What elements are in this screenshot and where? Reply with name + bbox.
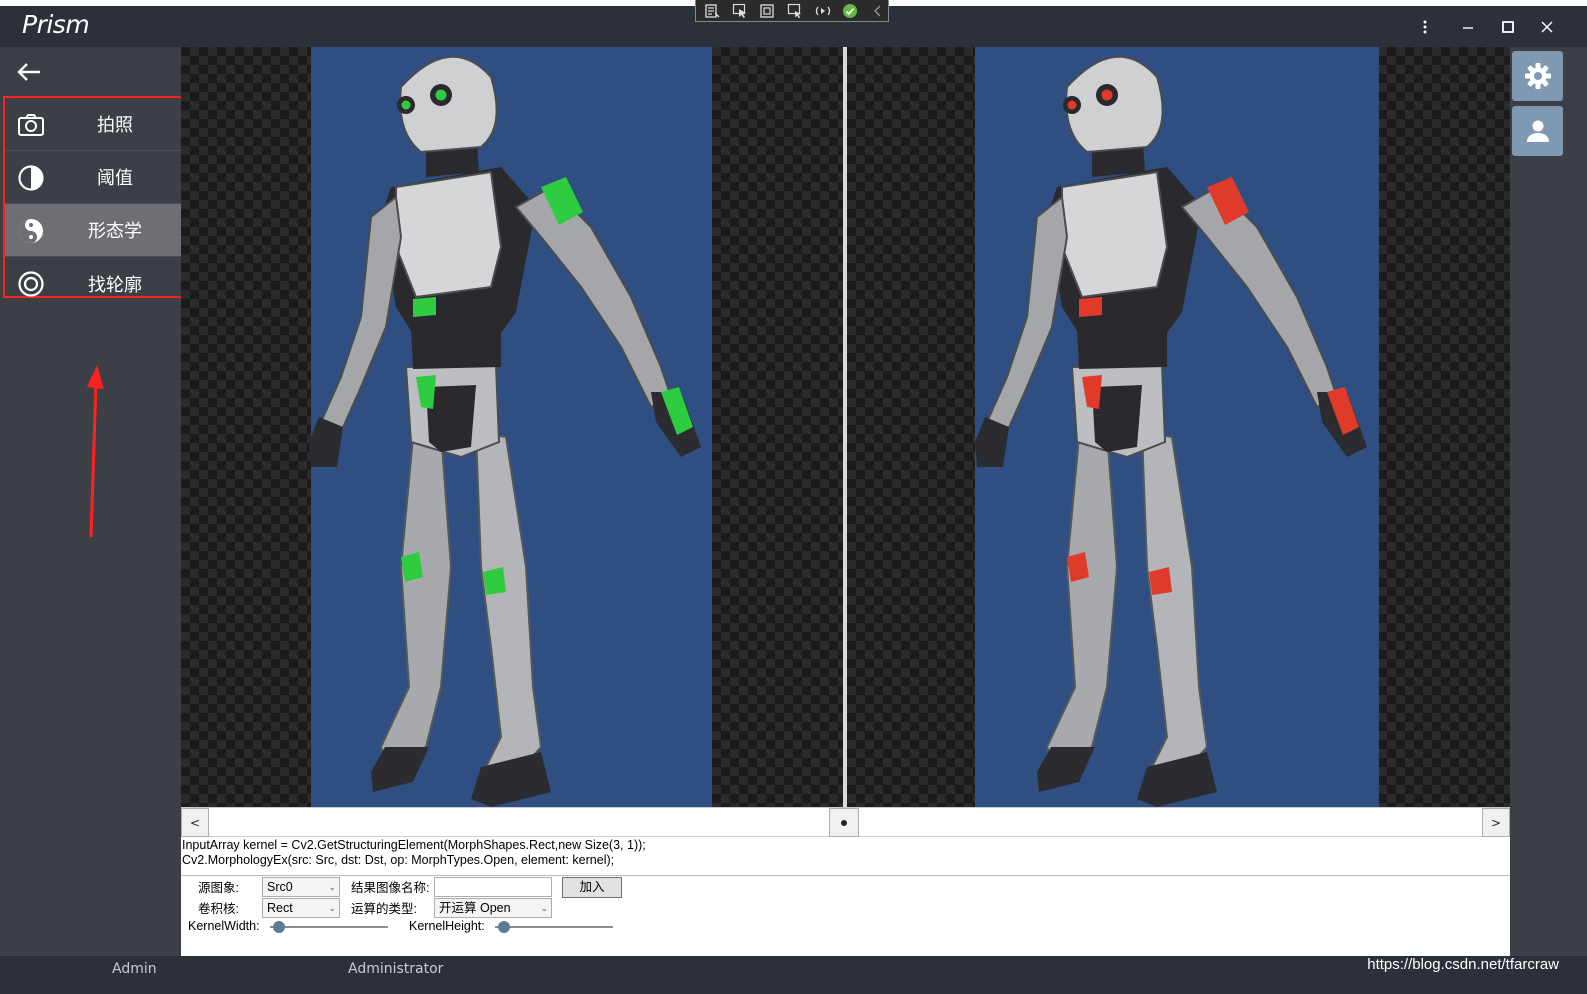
kernel-height-slider[interactable] — [495, 920, 613, 934]
kernel-select-value: Rect — [267, 901, 293, 915]
maximize-icon — [1502, 21, 1514, 33]
nav-item-contours[interactable]: 找轮廓 — [5, 257, 181, 310]
track-focus-icon[interactable] — [785, 2, 805, 20]
robot-image-green — [309, 55, 701, 807]
operation-select-value: 开运算 Open — [439, 901, 511, 915]
status-user: Admin — [112, 961, 157, 977]
target-icon — [18, 271, 44, 297]
result-image-pane — [847, 47, 1510, 807]
result-name-label: 结果图像名称: — [351, 881, 430, 895]
operation-label: 运算的类型: — [351, 902, 417, 916]
kebab-menu-icon — [1423, 20, 1427, 34]
robot-image-red — [975, 55, 1367, 807]
code-output[interactable]: InputArray kernel = Cv2.GetStructuringEl… — [181, 837, 1510, 876]
chevron-down-icon: ⌄ — [328, 903, 336, 913]
nav-item-label: 找轮廓 — [88, 274, 142, 296]
kernel-height-label: KernelHeight: — [409, 919, 485, 933]
kernel-select[interactable]: Rect ⌄ — [262, 898, 340, 918]
source-select[interactable]: Src0 ⌄ — [262, 877, 340, 897]
status-role: Administrator — [348, 961, 444, 977]
morphology-form: 源图象: Src0 ⌄ 结果图像名称: 加入 卷积核: Rect ⌄ 运算的类型… — [181, 876, 1510, 956]
nav-item-label: 阈值 — [97, 168, 133, 189]
chevron-down-icon: ⌄ — [540, 903, 548, 913]
code-line-1: InputArray kernel = Cv2.GetStructuringEl… — [182, 838, 646, 852]
select-element-icon[interactable] — [730, 2, 750, 20]
source-select-value: Src0 — [267, 880, 293, 894]
live-tree-icon[interactable] — [702, 2, 722, 20]
minimize-button[interactable] — [1453, 14, 1483, 40]
status-bar: Admin Administrator https://blog.csdn.ne… — [0, 956, 1587, 994]
contrast-icon — [18, 165, 44, 191]
back-button[interactable] — [12, 57, 46, 87]
nav-item-morphology[interactable]: 形态学 — [5, 204, 181, 257]
kernel-width-label: KernelWidth: — [188, 919, 260, 933]
scroll-left-button[interactable]: < — [181, 808, 209, 837]
adorner-icon[interactable] — [757, 2, 777, 20]
watermark-text: https://blog.csdn.net/tfarcraw — [1367, 956, 1559, 973]
left-nav: 拍照 阈值 形态学 找轮廓 — [0, 47, 183, 967]
slider-track — [270, 926, 388, 928]
arrow-left-icon — [17, 63, 40, 81]
source-label: 源图象: — [198, 881, 239, 895]
nav-highlight-box: 拍照 阈值 形态学 找轮廓 — [3, 96, 183, 298]
more-menu-button[interactable] — [1410, 14, 1440, 40]
nav-item-threshold[interactable]: 阈值 — [5, 151, 181, 204]
settings-button[interactable] — [1512, 51, 1563, 101]
check-ok-icon[interactable] — [841, 2, 861, 20]
user-icon — [1526, 120, 1549, 142]
yin-yang-icon — [19, 219, 43, 243]
scroll-right-button[interactable]: > — [1482, 808, 1510, 837]
camera-icon — [18, 114, 44, 136]
right-rail — [1510, 47, 1587, 967]
maximize-button[interactable] — [1493, 14, 1523, 40]
source-image-pane — [181, 47, 843, 807]
kernel-label: 卷积核: — [198, 902, 239, 916]
slider-thumb[interactable] — [498, 921, 510, 933]
minimize-icon — [1463, 27, 1473, 29]
scroll-thumb[interactable] — [829, 808, 859, 837]
collapse-chevron-icon[interactable] — [868, 2, 888, 20]
hot-reload-icon[interactable] — [813, 2, 833, 20]
kernel-width-slider[interactable] — [270, 920, 388, 934]
code-line-2: Cv2.MorphologyEx(src: Src, dst: Dst, op:… — [182, 853, 615, 867]
nav-item-label: 形态学 — [88, 221, 142, 242]
close-icon — [1541, 21, 1553, 33]
close-button[interactable] — [1532, 14, 1562, 40]
nav-item-label: 拍照 — [97, 115, 133, 136]
gear-icon — [1524, 63, 1551, 89]
nav-item-camera[interactable]: 拍照 — [5, 98, 181, 151]
chevron-down-icon: ⌄ — [328, 882, 336, 892]
debug-toolbar — [695, 0, 889, 22]
horizontal-scrollbar[interactable]: < > — [181, 807, 1510, 837]
operation-select[interactable]: 开运算 Open ⌄ — [434, 898, 552, 918]
image-viewer — [181, 47, 1510, 807]
add-button[interactable]: 加入 — [562, 877, 622, 898]
slider-track — [495, 926, 613, 928]
result-name-input[interactable] — [434, 877, 552, 897]
user-button[interactable] — [1512, 106, 1563, 156]
thumb-grip-icon — [841, 819, 847, 826]
slider-thumb[interactable] — [273, 921, 285, 933]
annotation-arrow-icon — [87, 365, 104, 538]
app-title: Prism — [22, 10, 90, 39]
